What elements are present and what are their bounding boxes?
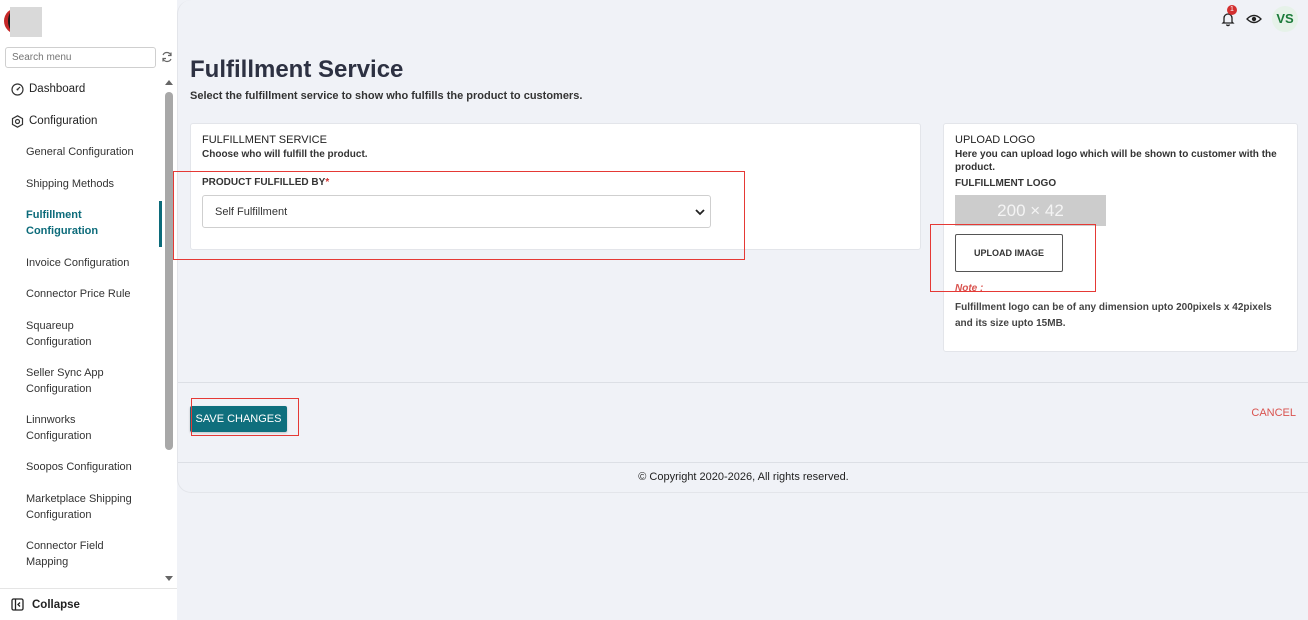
- active-indicator: [159, 201, 162, 247]
- required-mark: *: [325, 177, 330, 188]
- dashboard-icon: [11, 82, 24, 96]
- sidebar-item-linnworks-configuration[interactable]: Linnworks Configuration: [26, 412, 106, 444]
- upload-logo-card: UPLOAD LOGO Here you can upload logo whi…: [943, 123, 1298, 352]
- field-label: PRODUCT FULFILLED BY*: [202, 177, 329, 188]
- upload-image-button[interactable]: UPLOAD IMAGE: [955, 234, 1063, 272]
- cancel-button[interactable]: CANCEL: [1251, 407, 1296, 419]
- collapse-label: Collapse: [32, 598, 80, 611]
- sidebar-item-general-configuration[interactable]: General Configuration: [26, 144, 151, 160]
- sidebar-item-soopos-configuration[interactable]: Soopos Configuration: [26, 459, 151, 475]
- page-title: Fulfillment Service: [190, 56, 404, 83]
- refresh-icon[interactable]: [160, 50, 174, 64]
- select-value: Self Fulfillment: [215, 206, 288, 218]
- settings-icon: [11, 114, 24, 128]
- field-label: FULFILLMENT LOGO: [955, 178, 1057, 189]
- sidebar-item-marketplace-shipping-configuration[interactable]: Marketplace Shipping Configuration: [26, 491, 144, 523]
- logo-redacted: [10, 7, 42, 37]
- product-fulfilled-by-select[interactable]: Self Fulfillment: [202, 195, 711, 228]
- collapse-button[interactable]: Collapse: [0, 588, 177, 620]
- main-area: 1 VS Fulfillment Service Select the fulf…: [177, 0, 1308, 620]
- eye-icon[interactable]: [1246, 11, 1262, 27]
- user-avatar[interactable]: VS: [1272, 6, 1298, 32]
- page-subtitle: Select the fulfillment service to show w…: [190, 90, 583, 102]
- search-menu-input[interactable]: [5, 47, 156, 68]
- actions-divider: [178, 382, 1308, 383]
- sidebar-item-label: Dashboard: [29, 83, 86, 95]
- sidebar-item-seller-sync-app-configuration[interactable]: Seller Sync App Configuration: [26, 365, 126, 397]
- scrollbar-thumb[interactable]: [165, 92, 173, 450]
- logo-preview: 200 × 42: [955, 195, 1106, 226]
- card-title: FULFILLMENT SERVICE: [202, 134, 327, 146]
- sidebar-item-fulfillment-configuration[interactable]: Fulfillment Configuration: [26, 207, 121, 239]
- card-title: UPLOAD LOGO: [955, 134, 1036, 146]
- scroll-up-arrow-icon[interactable]: [165, 80, 173, 85]
- sidebar: Dashboard Configuration General Configur…: [0, 0, 177, 620]
- sidebar-item-dashboard[interactable]: Dashboard: [11, 81, 171, 97]
- topbar-actions: 1 VS: [1220, 5, 1298, 32]
- copyright-text: © Copyright 2020-2026, All rights reserv…: [638, 471, 849, 483]
- sidebar-item-squareup-configuration[interactable]: Squareup Configuration: [26, 318, 106, 350]
- sidebar-item-label: Configuration: [29, 115, 98, 127]
- card-description: Choose who will fulfill the product.: [202, 149, 368, 160]
- notifications-button[interactable]: 1: [1220, 5, 1237, 27]
- collapse-sidebar-icon: [11, 598, 24, 611]
- note-text: Fulfillment logo can be of any dimension…: [955, 302, 1272, 329]
- card-description: Here you can upload logo which will be s…: [955, 149, 1277, 173]
- sidebar-item-shipping-methods[interactable]: Shipping Methods: [26, 176, 151, 192]
- sidebar-item-invoice-configuration[interactable]: Invoice Configuration: [26, 255, 151, 271]
- content-panel: 1 VS Fulfillment Service Select the fulf…: [177, 0, 1308, 493]
- fulfillment-service-card: FULFILLMENT SERVICE Choose who will fulf…: [190, 123, 921, 250]
- chevron-down-icon: [695, 209, 705, 216]
- save-changes-button[interactable]: SAVE CHANGES: [190, 406, 287, 432]
- sidebar-item-connector-price-rule[interactable]: Connector Price Rule: [26, 286, 151, 302]
- app-logo[interactable]: [4, 7, 42, 37]
- note-title: Note :: [955, 283, 984, 294]
- footer-divider: [178, 462, 1308, 463]
- sidebar-scrollbar[interactable]: [164, 76, 174, 586]
- notification-badge: 1: [1227, 5, 1237, 15]
- sidebar-item-connector-field-mapping[interactable]: Connector Field Mapping: [26, 538, 116, 570]
- field-label-text: PRODUCT FULFILLED BY: [202, 177, 326, 188]
- sidebar-item-configuration[interactable]: Configuration: [11, 113, 171, 129]
- scroll-down-arrow-icon[interactable]: [165, 576, 173, 581]
